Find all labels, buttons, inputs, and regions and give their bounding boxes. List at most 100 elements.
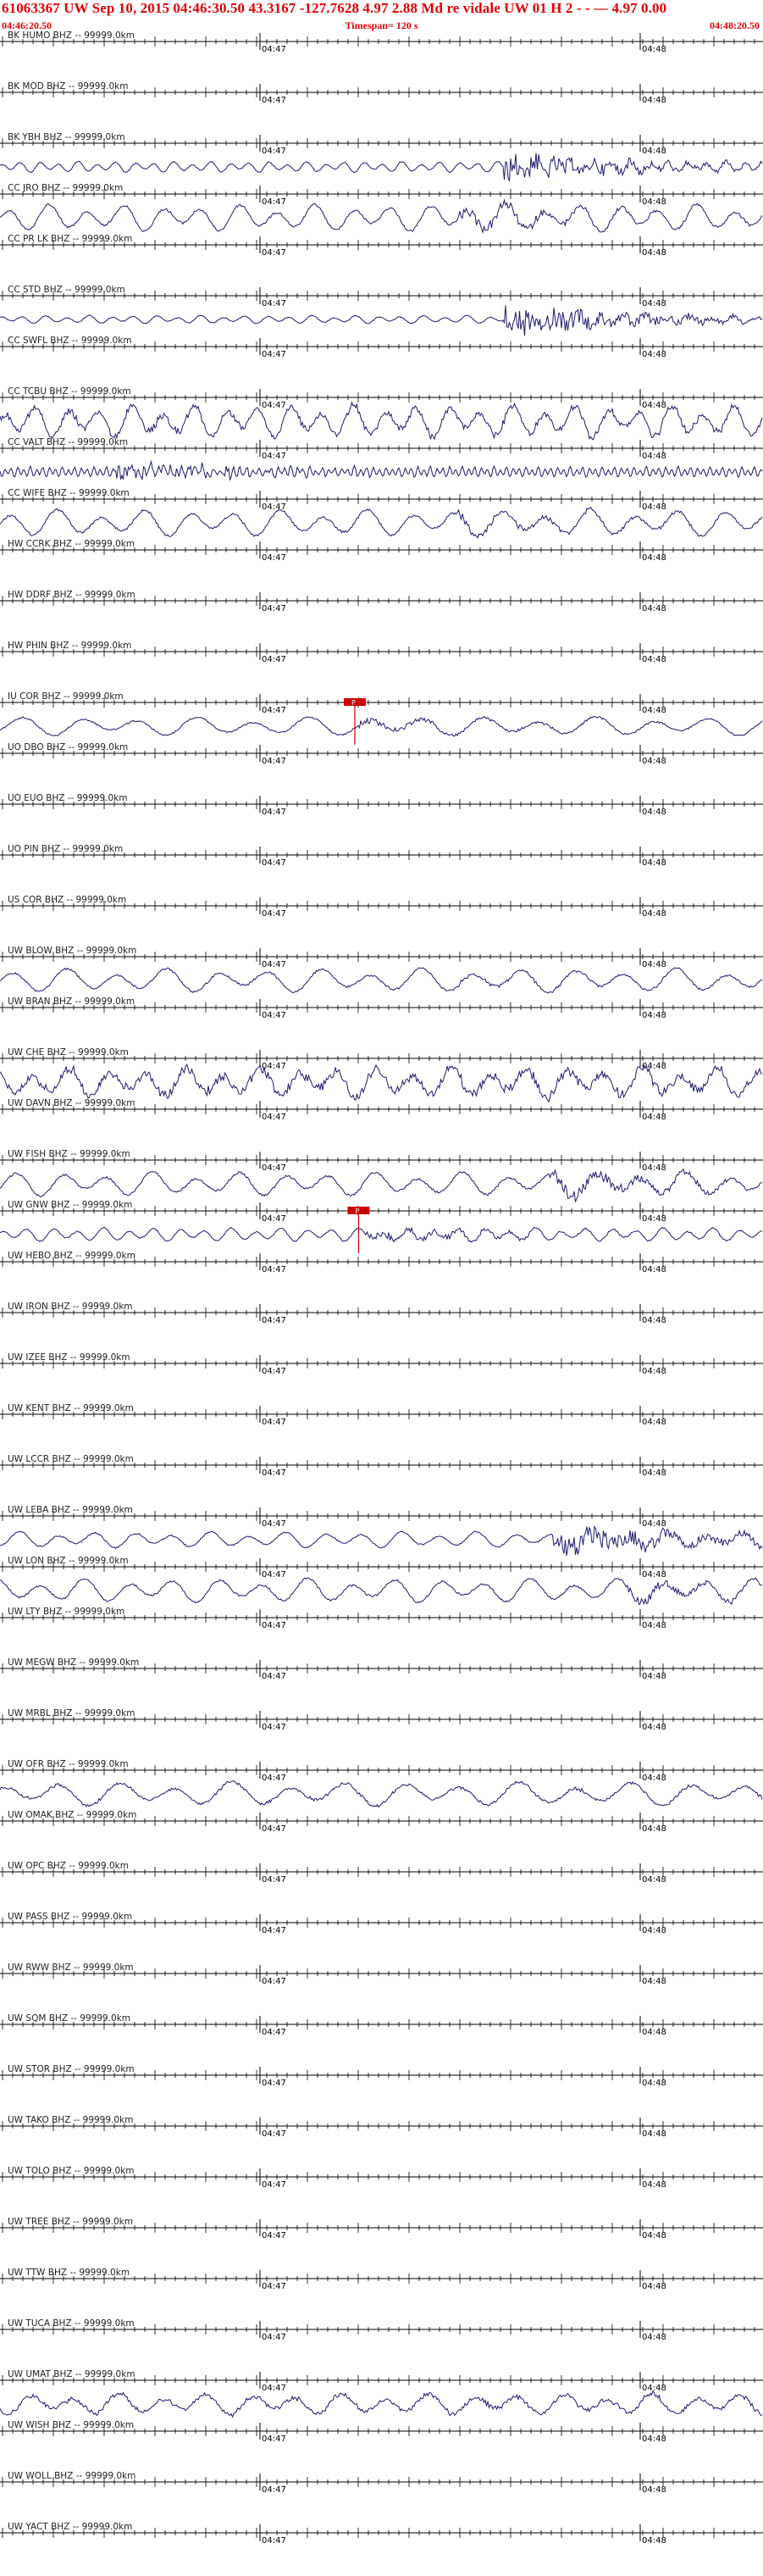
channel-label: CC SWFL BHZ -- 99999.0km: [8, 336, 132, 346]
time-tick-label: 04:47: [262, 1163, 286, 1173]
time-tick-label: 04:48: [642, 1011, 666, 1020]
time-tick-label: 04:47: [262, 2333, 286, 2342]
time-tick-label: 04:47: [262, 1875, 286, 1885]
time-tick-label: 04:48: [642, 960, 666, 969]
time-tick-label: 04:47: [262, 96, 286, 105]
time-tick-label: 04:48: [642, 350, 666, 359]
channel-label: HW CCRK BHZ -- 99999.0km: [8, 539, 135, 549]
time-tick-label: 04:48: [642, 858, 666, 868]
time-tick-label: 04:48: [642, 2180, 666, 2190]
time-tick-label: 04:48: [642, 1875, 666, 1885]
channel-label: BK MOD BHZ -- 99999.0km: [8, 81, 128, 92]
time-tick-label: 04:47: [262, 1214, 286, 1224]
time-tick-label: 04:48: [642, 1570, 666, 1579]
time-tick-label: 04:47: [262, 1672, 286, 1681]
time-tick-label: 04:47: [262, 808, 286, 817]
time-tick-label: 04:47: [262, 1774, 286, 1783]
channel-label: CC TCBU BHZ -- 99999.0km: [8, 386, 131, 397]
waveform-trace: [0, 715, 763, 737]
channel-label: UW KENT BHZ -- 99999.0km: [8, 1403, 134, 1413]
channel-label: UW STOR BHZ -- 99999.0km: [8, 2064, 135, 2074]
channel-label: US COR BHZ -- 99999.0km: [8, 895, 126, 905]
time-tick-label: 04:47: [262, 2282, 286, 2291]
time-tick-label: 04:48: [642, 2129, 666, 2139]
time-tick-label: 04:48: [642, 1062, 666, 1071]
time-tick-label: 04:48: [642, 96, 666, 105]
channel-label: UW OFR BHZ -- 99999.0km: [8, 1759, 129, 1769]
waveform-trace: [0, 967, 763, 994]
waveform-trace: [0, 506, 763, 539]
channel-label: UW LON BHZ -- 99999.0km: [8, 1556, 129, 1566]
channel-label: UW LEBA BHZ -- 99999.0km: [8, 1505, 133, 1515]
time-tick-label: 04:47: [262, 2180, 286, 2190]
time-tick-label: 04:48: [642, 452, 666, 461]
channel-label: UW OMAK BHZ -- 99999.0km: [8, 1810, 136, 1820]
time-tick-label: 04:48: [642, 2333, 666, 2342]
time-tick-label: 04:47: [262, 147, 286, 156]
time-tick-label: 04:48: [642, 502, 666, 512]
time-tick-label: 04:48: [642, 1519, 666, 1529]
channel-label: UW TUCA BHZ -- 99999.0km: [8, 2318, 135, 2329]
time-tick-label: 04:48: [642, 147, 666, 156]
channel-label: UO EUO BHZ -- 99999.0km: [8, 793, 127, 803]
time-tick-label: 04:47: [262, 706, 286, 715]
time-tick-label: 04:48: [642, 2536, 666, 2545]
channel-label: UW IRON BHZ -- 99999.0km: [8, 1302, 133, 1312]
time-tick-label: 04:48: [642, 299, 666, 308]
channel-label: UW SQM BHZ -- 99999.0km: [8, 2013, 130, 2024]
channel-label: UW TTW BHZ -- 99999.0km: [8, 2268, 130, 2278]
time-tick-label: 04:48: [642, 2231, 666, 2240]
waveform-trace: [0, 1168, 763, 1203]
time-tick-label: 04:48: [642, 655, 666, 664]
time-tick-label: 04:48: [642, 2028, 666, 2037]
time-tick-label: 04:48: [642, 553, 666, 563]
channel-label: UW BLOW BHZ -- 99999.0km: [8, 946, 136, 956]
channel-label: UW IZEE BHZ -- 99999.0km: [8, 1352, 130, 1363]
time-tick-label: 04:48: [642, 1977, 666, 1986]
time-tick-label: 04:48: [642, 808, 666, 817]
time-tick-label: 04:48: [642, 1113, 666, 1122]
channel-label: UW TOLO BHZ -- 99999.0km: [8, 2166, 134, 2176]
time-tick-label: 04:47: [262, 1367, 286, 1376]
channel-label: CC WIFE BHZ -- 99999.0km: [8, 488, 130, 498]
time-tick-label: 04:48: [642, 1774, 666, 1783]
time-tick-label: 04:48: [642, 1723, 666, 1732]
time-tick-label: 04:48: [642, 2384, 666, 2393]
waveform-trace: [0, 1524, 763, 1556]
channel-label: UW BRAN BHZ -- 99999.0km: [8, 997, 135, 1007]
time-tick-label: 04:48: [642, 909, 666, 919]
channel-label: HW PHIN BHZ -- 99999.0km: [8, 641, 131, 651]
time-tick-label: 04:47: [262, 1570, 286, 1579]
time-tick-label: 04:48: [642, 197, 666, 207]
channel-label: UW WISH BHZ -- 99999.0km: [8, 2420, 134, 2430]
channel-label: UW MEGW BHZ -- 99999.0km: [8, 1657, 139, 1668]
channel-label: UW YACT BHZ -- 99999.0km: [8, 2522, 132, 2532]
time-tick-label: 04:47: [262, 502, 286, 512]
time-tick-label: 04:47: [262, 2231, 286, 2240]
waveform-trace: [0, 1226, 763, 1243]
time-tick-label: 04:48: [642, 1926, 666, 1935]
channel-label: UW TREE BHZ -- 99999.0km: [8, 2217, 133, 2227]
waveform-trace: [0, 1577, 763, 1606]
channel-label: UW FISH BHZ -- 99999.0km: [8, 1149, 130, 1159]
time-tick-label: 04:48: [642, 1824, 666, 1834]
time-tick-label: 04:48: [642, 1316, 666, 1325]
time-tick-label: 04:48: [642, 1163, 666, 1173]
channel-label: UW CHE BHZ -- 99999.0km: [8, 1047, 129, 1058]
time-tick-label: 04:47: [262, 1418, 286, 1427]
time-tick-label: 04:47: [262, 1519, 286, 1529]
channel-label: UW PASS BHZ -- 99999.0km: [8, 1912, 132, 1922]
time-tick-label: 04:47: [262, 45, 286, 54]
time-tick-label: 04:47: [262, 2384, 286, 2393]
time-tick-label: 04:47: [262, 757, 286, 766]
time-tick-label: 04:47: [262, 553, 286, 563]
time-tick-label: 04:48: [642, 1672, 666, 1681]
channel-label: CC VALT BHZ -- 99999.0km: [8, 437, 128, 447]
channel-label: CC JRO BHZ -- 99999.0km: [8, 183, 123, 193]
time-tick-label: 04:47: [262, 1316, 286, 1325]
time-tick-label: 04:48: [642, 706, 666, 715]
channel-label: UW UMAT BHZ -- 99999.0km: [8, 2369, 135, 2379]
channel-label: CC STD BHZ -- 99999.0km: [8, 285, 125, 295]
channel-label: UW GNW BHZ -- 99999.0km: [8, 1200, 132, 1210]
channel-label: BK HUMO BHZ -- 99999.0km: [8, 31, 135, 41]
